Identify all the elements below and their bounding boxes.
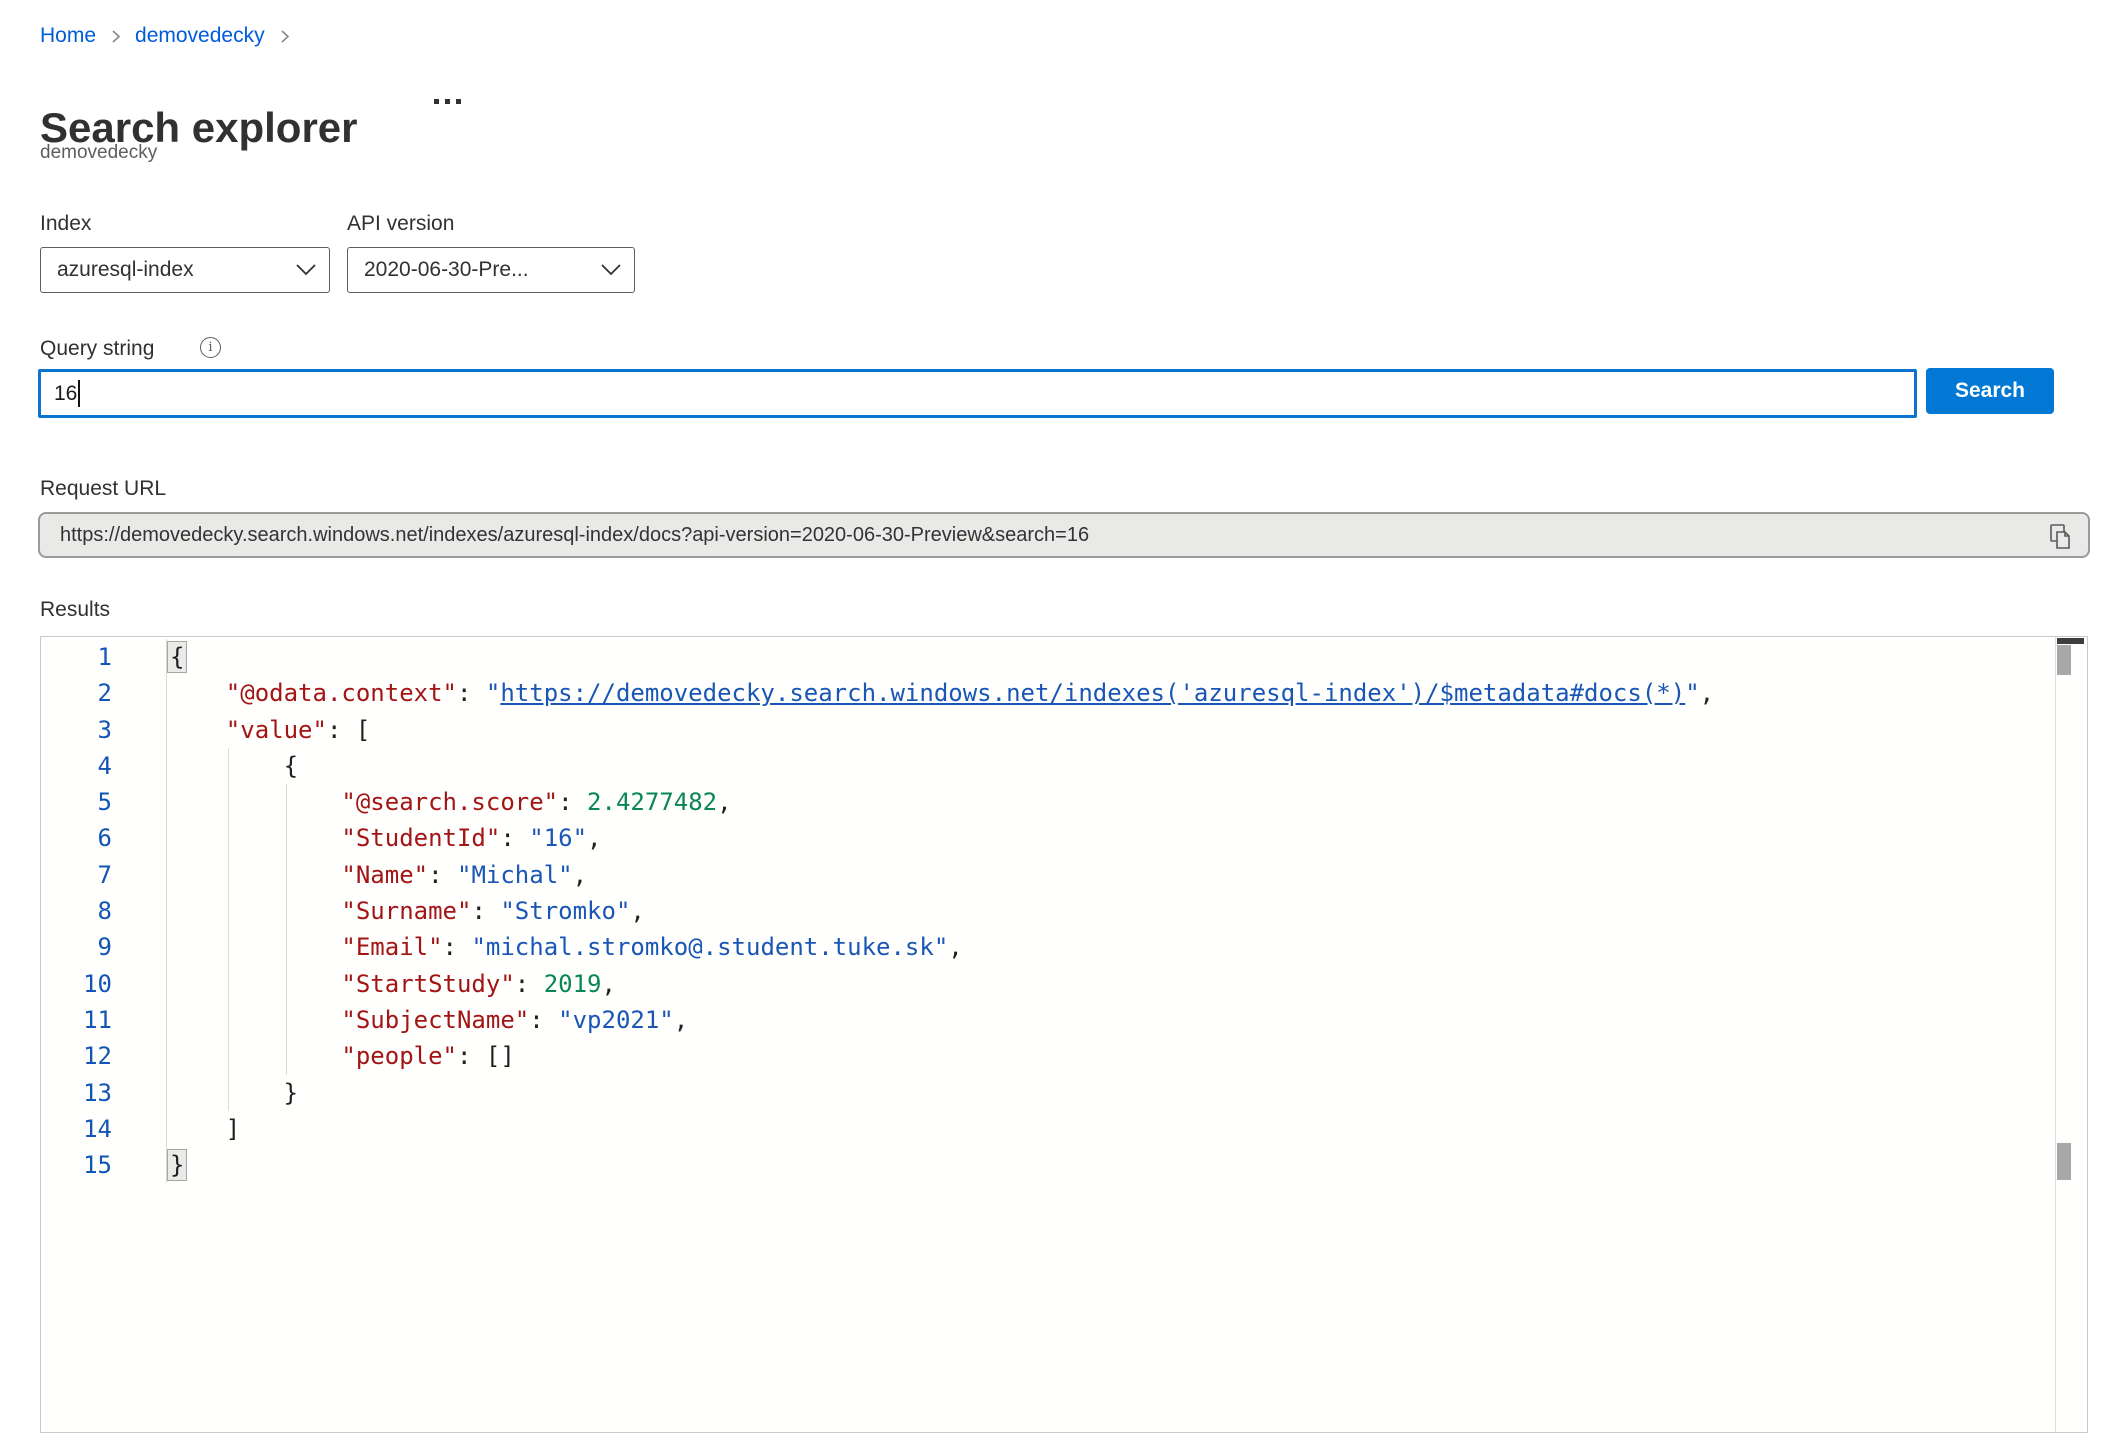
code-line: 12 "people": [] <box>41 1038 2056 1074</box>
query-string-label: Query string <box>40 337 154 361</box>
text-caret <box>78 380 80 407</box>
breadcrumb: Home demovedecky <box>40 24 291 48</box>
results-code: 1{2 "@odata.context": "https://demovedec… <box>41 639 2056 1183</box>
line-number: 2 <box>41 675 167 711</box>
editor-scrollbar <box>2055 637 2087 1432</box>
query-string-input[interactable]: 16 <box>38 369 1917 418</box>
scrollbar-thumb[interactable] <box>2057 1143 2071 1180</box>
line-number: 15 <box>41 1147 167 1183</box>
chevron-down-icon <box>600 263 622 277</box>
code-line: 7 "Name": "Michal", <box>41 857 2056 893</box>
line-number: 14 <box>41 1111 167 1147</box>
results-editor[interactable]: 1{2 "@odata.context": "https://demovedec… <box>40 636 2088 1433</box>
index-label: Index <box>40 212 91 236</box>
line-number: 3 <box>41 712 167 748</box>
line-number: 7 <box>41 857 167 893</box>
line-number: 9 <box>41 929 167 965</box>
line-number: 1 <box>41 639 167 675</box>
breadcrumb-chevron-icon <box>109 29 122 44</box>
code-line: 6 "StudentId": "16", <box>41 820 2056 856</box>
scrollbar-top-marker <box>2057 638 2084 644</box>
code-line: 2 "@odata.context": "https://demovedecky… <box>41 675 2056 711</box>
search-button[interactable]: Search <box>1926 368 2054 414</box>
copy-button[interactable] <box>2048 523 2074 551</box>
api-version-dropdown-value: 2020-06-30-Pre... <box>364 258 529 282</box>
code-line: 9 "Email": "michal.stromko@.student.tuke… <box>41 929 2056 965</box>
code-line: 3 "value": [ <box>41 712 2056 748</box>
indent-guide <box>228 748 229 1111</box>
request-url-label: Request URL <box>40 477 166 501</box>
line-number: 8 <box>41 893 167 929</box>
breadcrumb-chevron-icon <box>278 29 291 44</box>
query-string-value: 16 <box>54 382 77 406</box>
code-line: 5 "@search.score": 2.4277482, <box>41 784 2056 820</box>
info-icon[interactable]: i <box>200 337 221 358</box>
line-number: 6 <box>41 820 167 856</box>
chevron-down-icon <box>295 263 317 277</box>
code-line: 1{ <box>41 639 2056 675</box>
index-dropdown-value: azuresql-index <box>57 258 194 282</box>
code-line: 15} <box>41 1147 2056 1183</box>
line-number: 13 <box>41 1075 167 1111</box>
breadcrumb-link-home[interactable]: Home <box>40 24 96 48</box>
code-line: 10 "StartStudy": 2019, <box>41 966 2056 1002</box>
line-number: 5 <box>41 784 167 820</box>
code-line: 4 { <box>41 748 2056 784</box>
line-number: 4 <box>41 748 167 784</box>
results-label: Results <box>40 598 110 622</box>
code-line: 13 } <box>41 1075 2056 1111</box>
page-subtitle: demovedecky <box>40 142 157 164</box>
line-number: 11 <box>41 1002 167 1038</box>
code-line: 14 ] <box>41 1111 2056 1147</box>
request-url-value: https://demovedecky.search.windows.net/i… <box>60 524 1089 547</box>
copy-icon <box>2048 539 2074 554</box>
indent-guide <box>286 784 287 1075</box>
more-options-icon[interactable] <box>430 95 465 108</box>
index-dropdown[interactable]: azuresql-index <box>40 247 330 293</box>
breadcrumb-link-demovedecky[interactable]: demovedecky <box>135 24 265 48</box>
scrollbar-thumb[interactable] <box>2057 645 2071 675</box>
code-line: 8 "Surname": "Stromko", <box>41 893 2056 929</box>
api-version-label: API version <box>347 212 454 236</box>
request-url-field[interactable]: https://demovedecky.search.windows.net/i… <box>38 512 2090 558</box>
api-version-dropdown[interactable]: 2020-06-30-Pre... <box>347 247 635 293</box>
code-line: 11 "SubjectName": "vp2021", <box>41 1002 2056 1038</box>
line-number: 12 <box>41 1038 167 1074</box>
line-number: 10 <box>41 966 167 1002</box>
